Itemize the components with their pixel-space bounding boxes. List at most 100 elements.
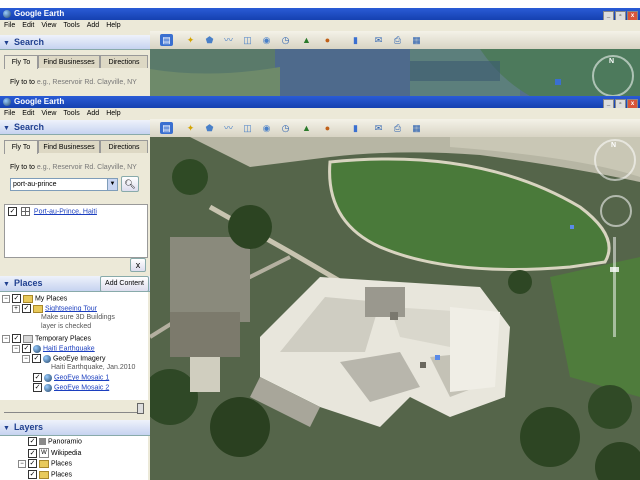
back-tab-fly-to[interactable]: Fly To [4, 55, 38, 69]
back-placemark-icon[interactable]: ✦ [184, 34, 197, 46]
menu-add[interactable]: Add [87, 110, 99, 117]
view-in-maps-icon[interactable]: ▦ [410, 122, 423, 134]
back-sunlight-icon[interactable]: ▲ [300, 34, 313, 46]
tree-item-geoeye-imagery[interactable]: − ✓ GeoEye Imagery [22, 354, 105, 363]
back-navigation-compass[interactable]: N [592, 55, 634, 96]
tree-item-my-places[interactable]: − ✓ My Places [2, 294, 67, 303]
back-view-in-maps-icon[interactable]: ▦ [410, 34, 423, 46]
back-tab-find-businesses[interactable]: Find Businesses [38, 55, 100, 68]
search-input-value: port-au-prince [13, 181, 57, 188]
checkbox-temporary-places[interactable]: ✓ [11, 334, 21, 343]
checkbox-panoramio[interactable]: ✓ [28, 437, 37, 446]
print-icon[interactable]: ⎙ [391, 122, 404, 134]
slider-handle[interactable] [137, 403, 144, 414]
clear-results-button[interactable]: x [130, 258, 146, 272]
checkbox-haiti-earthquake[interactable]: ✓ [21, 344, 31, 353]
expand-minus-icon[interactable]: − [2, 334, 10, 343]
tab-find-businesses[interactable]: Find Businesses [38, 140, 100, 153]
historical-imagery-icon[interactable]: ◷ [279, 122, 292, 134]
back-menu-edit[interactable]: Edit [22, 22, 34, 29]
add-content-button[interactable]: Add Content [100, 276, 149, 292]
places-opacity-slider[interactable] [4, 403, 144, 414]
back-historical-imagery-icon[interactable]: ◷ [279, 34, 292, 46]
result-checkbox[interactable]: ✓ [8, 207, 17, 216]
sidebar: ▼ Search Fly To Find Businesses Direction… [0, 119, 150, 480]
back-menu-file[interactable]: File [4, 22, 15, 29]
checkbox-sightseeing-tour[interactable]: ✓ [21, 304, 31, 313]
image-overlay-icon[interactable]: ◫ [241, 122, 254, 134]
layer-item-panoramio[interactable]: ✓ Panoramio [28, 437, 82, 446]
back-planets-icon[interactable]: ● [321, 34, 334, 46]
menu-file[interactable]: File [4, 110, 15, 117]
tab-fly-to[interactable]: Fly To [4, 140, 38, 154]
back-polygon-icon[interactable]: ⬟ [203, 34, 216, 46]
back-sidebar-toggle-icon[interactable]: ▤ [160, 34, 173, 46]
polygon-icon[interactable]: ⬟ [203, 122, 216, 134]
search-button[interactable]: 🔍︎ [121, 176, 139, 192]
expand-minus-icon[interactable]: − [18, 459, 26, 468]
checkbox-geoeye-imagery[interactable]: ✓ [31, 354, 41, 363]
layers-panel-header[interactable]: ▼ Layers [0, 420, 150, 436]
back-email-icon[interactable]: ✉ [372, 34, 385, 46]
tree-item-temporary-places[interactable]: − ✓ Temporary Places [2, 334, 91, 343]
dropdown-arrow-icon[interactable]: ▼ [107, 179, 117, 190]
search-panel-header[interactable]: ▼ Search [0, 120, 150, 135]
back-menu-tools[interactable]: Tools [63, 22, 79, 29]
checkbox-places-sub[interactable]: ✓ [28, 470, 37, 479]
placemark-icon[interactable]: ✦ [184, 122, 197, 134]
record-tour-icon[interactable]: ◉ [260, 122, 273, 134]
back-menu-view[interactable]: View [41, 22, 56, 29]
menu-tools[interactable]: Tools [63, 110, 79, 117]
zoom-slider[interactable] [610, 237, 619, 337]
sidebar-toggle-icon[interactable]: ▤ [160, 122, 173, 134]
checkbox-mosaic-2[interactable]: ✓ [33, 383, 42, 392]
back-map-view[interactable]: N [150, 49, 640, 96]
tree-item-haiti-earthquake[interactable]: − ✓ Haiti Earthquake [12, 344, 95, 353]
back-menu-help[interactable]: Help [106, 22, 120, 29]
grid-icon [20, 207, 30, 216]
search-input[interactable]: port-au-prince ▼ [10, 178, 118, 191]
result-link-port-au-prince[interactable]: Port-au-Prince, Haiti [34, 208, 97, 215]
back-ruler-icon[interactable]: ▮ [349, 34, 362, 46]
email-icon[interactable]: ✉ [372, 122, 385, 134]
layer-item-places[interactable]: − ✓ Places [18, 459, 72, 468]
menu-edit[interactable]: Edit [22, 110, 34, 117]
navigation-compass[interactable]: N [594, 139, 636, 181]
back-search-header[interactable]: ▼ Search [0, 35, 150, 50]
back-window-title: Google Earth [14, 9, 65, 18]
expand-minus-icon[interactable]: − [2, 294, 10, 303]
ruler-icon[interactable]: ▮ [349, 122, 362, 134]
menu-help[interactable]: Help [106, 110, 120, 117]
back-tab-directions[interactable]: Directions [100, 55, 148, 68]
tab-directions[interactable]: Directions [100, 140, 148, 153]
back-window-titlebar[interactable]: Google Earth _ ▫ x [0, 8, 640, 22]
folder-icon [32, 304, 43, 313]
tree-item-geoeye-mosaic-2[interactable]: ✓ GeoEye Mosaic 2 [33, 383, 109, 392]
back-menu-add[interactable]: Add [87, 22, 99, 29]
tree-item-geoeye-mosaic-1[interactable]: ✓ GeoEye Mosaic 1 [33, 373, 109, 382]
checkbox-mosaic-1[interactable]: ✓ [33, 373, 42, 382]
path-icon[interactable]: 〰 [222, 122, 235, 134]
expand-minus-icon[interactable]: − [22, 354, 30, 363]
look-joystick[interactable] [600, 195, 632, 227]
layer-item-wikipedia[interactable]: ✓ W Wikipedia [28, 448, 81, 458]
sunlight-icon[interactable]: ▲ [300, 122, 313, 134]
map-view[interactable]: N [150, 137, 640, 480]
planets-icon[interactable]: ● [321, 122, 334, 134]
checkbox-wikipedia[interactable]: ✓ [28, 448, 37, 458]
checkbox-my-places[interactable]: ✓ [11, 294, 21, 303]
back-print-icon[interactable]: ⎙ [391, 34, 404, 46]
menu-view[interactable]: View [41, 110, 56, 117]
tree-item-sightseeing-tour[interactable]: + ✓ Sightseeing Tour [12, 304, 97, 313]
back-record-tour-icon[interactable]: ◉ [260, 34, 273, 46]
front-window-titlebar[interactable]: Google Earth _ ▫ x [0, 96, 640, 110]
checkbox-places[interactable]: ✓ [27, 459, 37, 468]
expand-plus-icon[interactable]: + [12, 304, 20, 313]
google-earth-icon [3, 98, 11, 106]
layer-item-places-sub[interactable]: ✓ Places [28, 470, 72, 479]
zoom-handle[interactable] [610, 267, 619, 272]
back-path-icon[interactable]: 〰 [222, 34, 235, 46]
back-image-overlay-icon[interactable]: ◫ [241, 34, 254, 46]
search-result-item[interactable]: ✓ Port-au-Prince, Haiti [8, 207, 97, 216]
expand-minus-icon[interactable]: − [12, 344, 20, 353]
